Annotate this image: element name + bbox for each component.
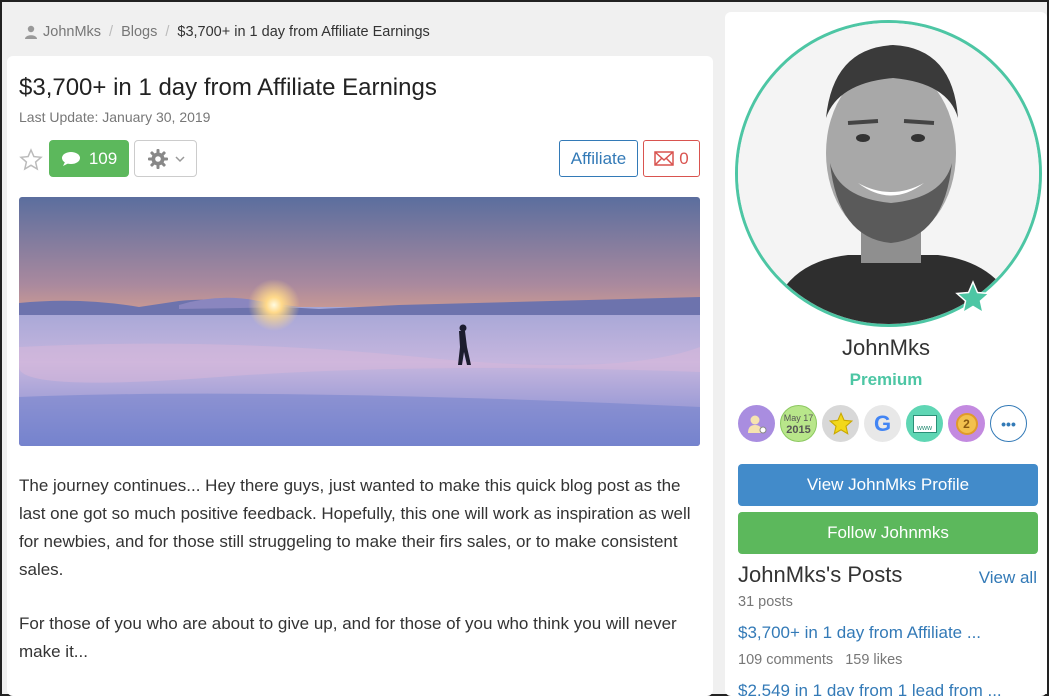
website-badge-icon[interactable]: www xyxy=(906,405,943,442)
view-profile-button[interactable]: View JohnMks Profile xyxy=(738,464,1038,506)
rank-2-badge-icon[interactable]: 2 xyxy=(948,405,985,442)
post-link[interactable]: $3,700+ in 1 day from Affiliate ... xyxy=(738,623,981,643)
posts-heading: JohnMks's Posts xyxy=(738,562,903,587)
breadcrumb-blogs-link[interactable]: Blogs xyxy=(121,24,157,40)
star-badge-icon[interactable] xyxy=(822,405,859,442)
badge-date-year: 2015 xyxy=(786,423,811,436)
chevron-down-icon xyxy=(174,155,185,162)
user-gear-icon xyxy=(747,415,766,433)
badge-date-month: May 17 xyxy=(783,412,814,423)
post-comments: 109 comments xyxy=(738,652,834,668)
comment-icon xyxy=(61,151,80,166)
article-paragraph: For those of you who are about to give u… xyxy=(19,614,677,661)
author-rank: Premium xyxy=(849,370,923,389)
breadcrumb-separator: / xyxy=(109,24,114,40)
google-badge-icon[interactable]: G xyxy=(864,405,901,442)
tag-affiliate-button[interactable]: Affiliate xyxy=(559,140,638,177)
report-button[interactable]: 0 xyxy=(643,140,700,177)
envelope-icon xyxy=(654,151,675,166)
article-paragraph: The journey continues... Hey there guys,… xyxy=(19,476,691,579)
article-actions: 109 Affiliate 0 xyxy=(19,140,700,178)
breadcrumb-user-link[interactable]: JohnMks xyxy=(24,24,101,40)
report-count: 0 xyxy=(679,148,689,168)
author-photo xyxy=(738,23,1039,324)
user-icon xyxy=(25,25,37,39)
user-gear-badge-icon[interactable] xyxy=(738,405,775,442)
comment-count: 109 xyxy=(88,148,118,168)
breadcrumb: JohnMks / Blogs / $3,700+ in 1 day from … xyxy=(12,12,712,52)
posts-count: 31 posts xyxy=(738,594,793,610)
comments-button[interactable]: 109 xyxy=(49,140,129,177)
premium-star-icon xyxy=(955,280,991,315)
breadcrumb-user-label[interactable]: JohnMks xyxy=(43,24,101,40)
date-badge-icon[interactable]: May 17 2015 xyxy=(780,405,817,442)
settings-dropdown[interactable] xyxy=(134,140,197,177)
google-letter: G xyxy=(873,410,892,436)
www-label: www xyxy=(916,424,933,432)
post-meta: 109 comments 159 likes xyxy=(738,652,902,668)
star-icon[interactable] xyxy=(19,148,43,172)
avatar[interactable] xyxy=(735,20,1042,327)
breadcrumb-current: $3,700+ in 1 day from Affiliate Earnings xyxy=(177,24,430,40)
more-badges-button[interactable]: ••• xyxy=(990,405,1027,442)
follow-button[interactable]: Follow Johnmks xyxy=(738,512,1038,554)
article-card: $3,700+ in 1 day from Affiliate Earnings… xyxy=(7,56,713,696)
view-all-link[interactable]: View all xyxy=(979,568,1037,588)
gold-star-icon xyxy=(828,411,853,435)
badge-list: May 17 2015 G www 2 ••• xyxy=(738,405,1027,442)
breadcrumb-separator: / xyxy=(165,24,170,40)
last-update: Last Update: January 30, 2019 xyxy=(19,109,211,125)
gear-icon xyxy=(147,148,168,169)
post-link[interactable]: $2,549 in 1 day from 1 lead from ... xyxy=(738,681,1002,696)
post-likes: 159 likes xyxy=(845,652,903,668)
author-sidebar: JohnMks Premium May 17 2015 G www 2 ••• … xyxy=(725,12,1047,696)
article-hero-image xyxy=(19,197,700,446)
article-body: The journey continues... Hey there guys,… xyxy=(19,472,709,666)
browser-window-icon: www xyxy=(912,414,937,433)
medal-icon: 2 xyxy=(955,412,978,435)
article-title: $3,700+ in 1 day from Affiliate Earnings xyxy=(19,74,437,101)
author-username[interactable]: JohnMks xyxy=(725,335,1047,361)
